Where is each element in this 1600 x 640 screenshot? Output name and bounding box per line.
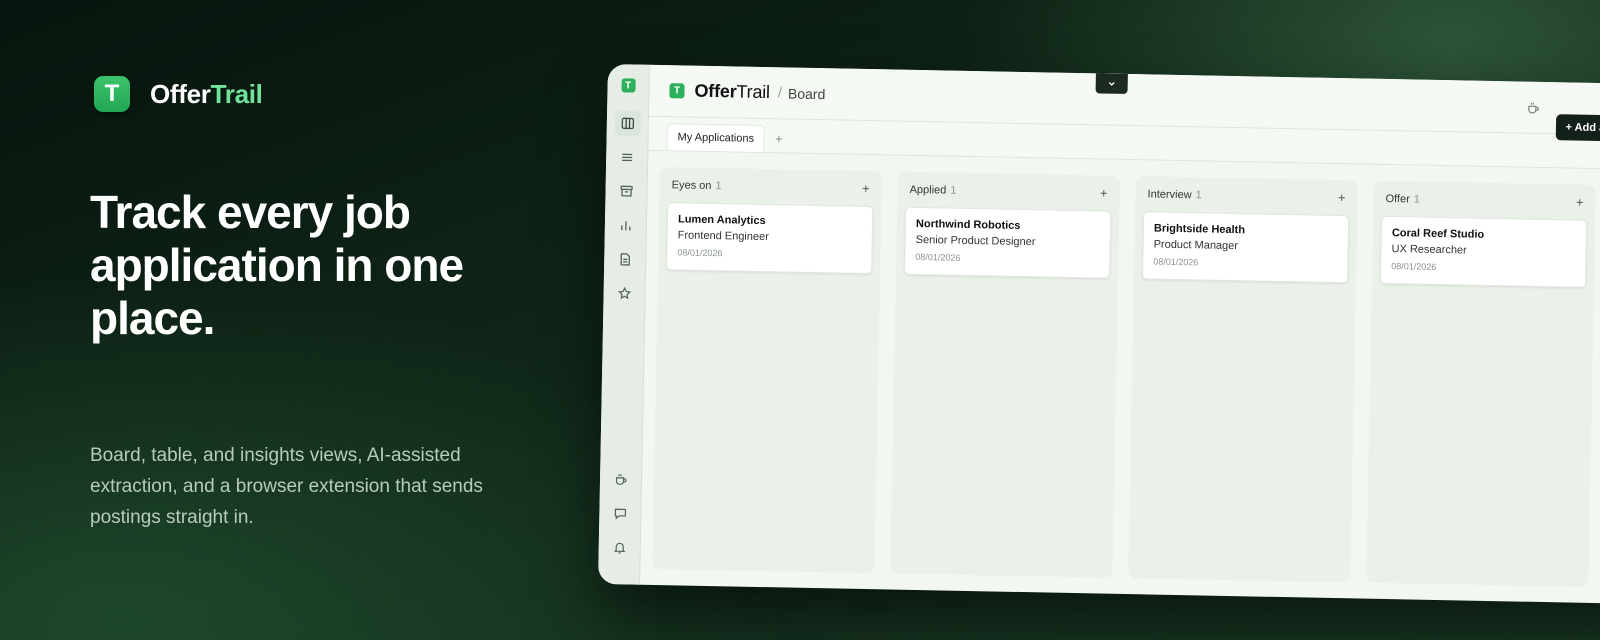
topbar-brand: OfferTrail <box>694 81 770 103</box>
column-eyes-on: Eyes on 1 + Lumen Analytics Frontend Eng… <box>652 167 882 574</box>
rail-table-button[interactable] <box>613 144 639 170</box>
brand-name-part1: Offer <box>150 78 211 109</box>
application-card[interactable]: Coral Reef Studio UX Researcher 08/01/20… <box>1379 215 1588 288</box>
topbar-logo-icon: T <box>669 83 685 99</box>
column-applied: Applied 1 + Northwind Robotics Senior Pr… <box>890 171 1120 578</box>
app-window: T T OfferTrail / Board + Add My Applicat… <box>598 64 1600 605</box>
column-title: Applied <box>909 183 947 197</box>
list-icon <box>621 153 632 162</box>
topbar-brand-part1: Offer <box>694 80 737 102</box>
card-date: 08/01/2026 <box>915 251 961 263</box>
card-role: Product Manager <box>1153 238 1239 253</box>
rail-archive-button[interactable] <box>613 178 639 204</box>
card-date: 08/01/2026 <box>677 247 723 259</box>
archive-icon <box>619 185 633 197</box>
breadcrumb-separator: / <box>777 84 783 102</box>
column-title: Eyes on <box>671 178 712 192</box>
topbar-coffee-button[interactable] <box>1526 100 1540 114</box>
column-add-button[interactable]: + <box>1576 195 1584 210</box>
breadcrumb-board[interactable]: Board <box>788 85 826 102</box>
view-dropdown-toggle[interactable] <box>1095 73 1128 94</box>
hero-banner: T OfferTrail Track every job application… <box>0 0 1600 640</box>
column-add-button[interactable]: + <box>1100 185 1108 200</box>
column-offer: Offer 1 + Coral Reef Studio UX Researche… <box>1366 180 1596 587</box>
application-card[interactable]: Lumen Analytics Frontend Engineer 08/01/… <box>666 202 874 275</box>
column-count: 1 <box>1195 188 1202 201</box>
star-icon <box>617 286 631 300</box>
brand-logo-icon: T <box>94 76 130 112</box>
topbar-actions: + Add applica <box>1525 75 1600 142</box>
rail-feedback-button[interactable] <box>607 500 633 526</box>
card-role: UX Researcher <box>1391 243 1467 257</box>
hero-headline: Track every job application in one place… <box>90 186 464 344</box>
board-icon <box>621 117 634 130</box>
application-card[interactable]: Brightside Health Product Manager 08/01/… <box>1141 211 1350 284</box>
brand: T OfferTrail <box>94 76 263 112</box>
rail-logo-icon: T <box>620 78 636 93</box>
rail-documents-button[interactable] <box>612 246 638 272</box>
card-company: Brightside Health <box>1153 222 1246 237</box>
column-add-button[interactable]: + <box>862 181 870 196</box>
card-company: Northwind Robotics <box>915 217 1021 232</box>
chat-icon <box>614 508 626 520</box>
card-company: Lumen Analytics <box>677 213 766 228</box>
card-date: 08/01/2026 <box>1153 256 1199 268</box>
column-count: 1 <box>715 179 722 192</box>
coffee-icon <box>615 474 627 485</box>
hero-subcopy: Board, table, and insights views, AI-ass… <box>90 445 483 528</box>
column-count: 1 <box>1413 192 1421 206</box>
add-application-button[interactable]: + Add applica <box>1555 113 1600 142</box>
column-add-button[interactable]: + <box>1338 190 1346 205</box>
coffee-icon <box>1527 102 1539 113</box>
rail-notifications-button[interactable] <box>606 534 632 560</box>
column-count: 1 <box>950 184 957 197</box>
card-company: Coral Reef Studio <box>1391 227 1485 241</box>
app-main: T OfferTrail / Board + Add applica <box>640 64 1600 604</box>
column-title: Offer <box>1385 192 1410 205</box>
tab-my-applications[interactable]: My Applications <box>666 123 766 153</box>
kanban-board: Eyes on 1 + Lumen Analytics Frontend Eng… <box>640 151 1600 604</box>
card-date: 08/01/2026 <box>1391 261 1437 272</box>
rail-favorites-button[interactable] <box>611 280 637 306</box>
topbar-brand-part2: Trail <box>736 81 771 103</box>
chevron-down-icon <box>1108 81 1115 86</box>
rail-insights-button[interactable] <box>612 212 638 238</box>
application-card[interactable]: Northwind Robotics Senior Product Design… <box>904 206 1112 279</box>
column-interview: Interview 1 + Brightside Health Product … <box>1128 176 1358 583</box>
app-screenshot: T T OfferTrail / Board + Add My Applicat… <box>598 64 1600 605</box>
column-title: Interview <box>1147 187 1192 201</box>
card-role: Frontend Engineer <box>677 229 769 244</box>
brand-name-part2: Trail <box>210 78 263 109</box>
insights-icon <box>620 221 631 231</box>
document-icon <box>619 253 630 266</box>
bell-icon <box>613 542 626 554</box>
brand-name: OfferTrail <box>150 79 263 110</box>
card-role: Senior Product Designer <box>915 233 1036 249</box>
add-tab-button[interactable]: + <box>775 131 783 152</box>
rail-board-button[interactable] <box>614 110 641 137</box>
rail-coffee-button[interactable] <box>607 466 633 492</box>
